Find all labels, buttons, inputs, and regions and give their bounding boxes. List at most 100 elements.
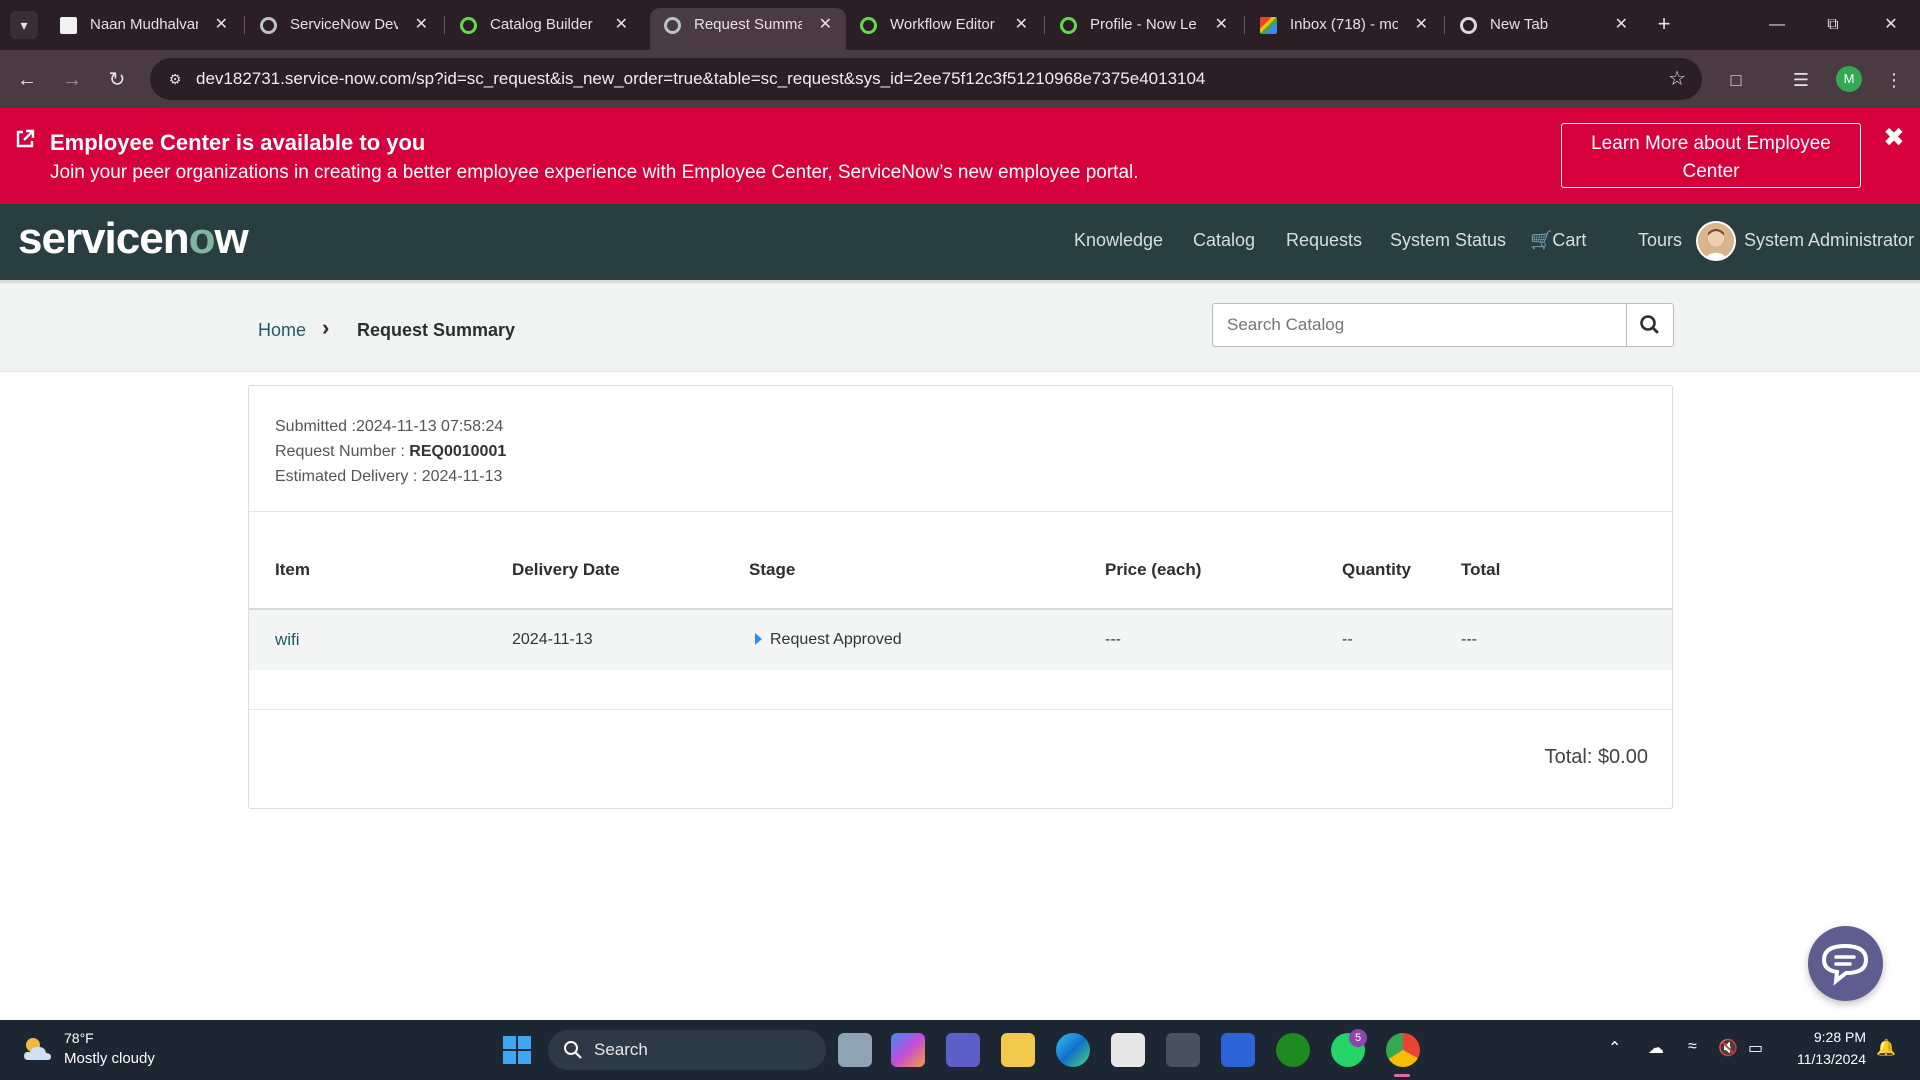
- banner-close-icon[interactable]: ✖: [1883, 122, 1905, 153]
- profile-avatar-button[interactable]: M: [1836, 66, 1862, 92]
- minimize-button[interactable]: —: [1754, 8, 1800, 42]
- submitted-line: Submitted :2024-11-13 07:58:24: [275, 414, 506, 439]
- xbox-icon[interactable]: [1276, 1033, 1310, 1067]
- clock-date[interactable]: 11/13/2024: [1786, 1051, 1866, 1067]
- divider: [249, 709, 1672, 710]
- volume-muted-icon[interactable]: 🔇: [1718, 1038, 1738, 1058]
- windows-start-icon[interactable]: [500, 1033, 534, 1067]
- close-icon[interactable]: ✕: [615, 8, 628, 42]
- estimated-delivery-value: 2024-11-13: [421, 468, 503, 485]
- nav-catalog[interactable]: Catalog: [1193, 230, 1255, 251]
- servicenow-icon: [260, 17, 277, 34]
- logo-text-o: o: [188, 214, 216, 263]
- breadcrumb-current: Request Summary: [357, 320, 516, 340]
- tab-naan-mudhalvan[interactable]: Naan Mudhalvan ✕: [46, 8, 242, 42]
- file-explorer-icon[interactable]: [1001, 1033, 1035, 1067]
- close-icon[interactable]: ✕: [415, 8, 428, 42]
- taskbar-search[interactable]: Search: [548, 1030, 826, 1070]
- nav-cart[interactable]: 🛒Cart: [1530, 230, 1586, 251]
- url-text[interactable]: dev182731.service-now.com/sp?id=sc_reque…: [196, 58, 1205, 100]
- bookmark-star-icon[interactable]: ☆: [1668, 66, 1686, 91]
- tab-catalog-builder[interactable]: Catalog Builder ✕: [446, 8, 642, 42]
- forward-button[interactable]: →: [57, 65, 87, 95]
- tab-profile-now-learning[interactable]: Profile - Now Le ✕: [1046, 8, 1242, 42]
- column-header-quantity: Quantity: [1342, 560, 1411, 579]
- search-catalog-input[interactable]: [1213, 304, 1627, 346]
- user-avatar[interactable]: [1696, 221, 1736, 261]
- nav-requests[interactable]: Requests: [1286, 230, 1362, 251]
- tab-new-tab[interactable]: New Tab ✕: [1446, 8, 1642, 42]
- close-icon[interactable]: ✕: [1015, 8, 1028, 42]
- request-meta: Submitted :2024-11-13 07:58:24 Request N…: [275, 414, 506, 489]
- address-bar[interactable]: ⚙ dev182731.service-now.com/sp?id=sc_req…: [150, 58, 1702, 100]
- nav-knowledge[interactable]: Knowledge: [1074, 230, 1163, 251]
- close-icon[interactable]: ✕: [819, 8, 832, 42]
- cart-icon: 🛒: [1530, 230, 1553, 250]
- nav-tours[interactable]: Tours: [1638, 230, 1682, 251]
- teams-icon[interactable]: [946, 1033, 980, 1067]
- search-button[interactable]: [1627, 304, 1673, 346]
- banner-title: Employee Center is available to you: [50, 130, 426, 155]
- copilot-icon[interactable]: [891, 1033, 925, 1067]
- tab-servicenow-dev[interactable]: ServiceNow Dev ✕: [246, 8, 442, 42]
- servicenow-green-icon: [1060, 17, 1077, 34]
- window-close-button[interactable]: ✕: [1868, 8, 1914, 42]
- task-view-icon[interactable]: [838, 1033, 872, 1067]
- editor-app-icon[interactable]: [1221, 1033, 1255, 1067]
- partly-cloudy-icon[interactable]: [20, 1034, 54, 1064]
- weather-temperature[interactable]: 78°F: [64, 1030, 94, 1046]
- chrome-menu-icon[interactable]: ⋮: [1880, 66, 1908, 94]
- caret-right-icon[interactable]: [755, 633, 762, 645]
- close-icon[interactable]: ✕: [1215, 8, 1228, 42]
- reload-button[interactable]: ↻: [102, 65, 132, 95]
- new-tab-button[interactable]: +: [1650, 10, 1678, 38]
- request-number-value: REQ0010001: [409, 443, 507, 460]
- back-button[interactable]: ←: [12, 65, 42, 95]
- tab-request-summary[interactable]: Request Summary ✕: [650, 8, 846, 50]
- tab-search-menu-button[interactable]: ▾: [10, 11, 38, 39]
- user-photo-icon: [1698, 223, 1734, 259]
- tab-label: Catalog Builder: [490, 16, 593, 33]
- breadcrumb-bar: Home › Request Summary: [0, 280, 1920, 372]
- column-header-price: Price (each): [1105, 560, 1202, 579]
- microsoft-store-icon[interactable]: [1111, 1033, 1145, 1067]
- chevron-right-icon: ›: [322, 315, 330, 340]
- nav-user-name[interactable]: System Administrator: [1744, 230, 1914, 251]
- cube-app-icon[interactable]: [1166, 1033, 1200, 1067]
- submitted-label: Submitted :: [275, 418, 356, 435]
- item-link[interactable]: wifi: [275, 630, 300, 650]
- restore-button[interactable]: ⧉: [1810, 8, 1856, 42]
- chevron-up-icon[interactable]: ⌃: [1608, 1038, 1621, 1058]
- browser-tab-strip: ▾ Naan Mudhalvan ✕ ServiceNow Dev ✕ Cata…: [0, 0, 1920, 50]
- site-info-icon[interactable]: ⚙: [164, 68, 186, 90]
- tab-label: Naan Mudhalvan: [90, 16, 198, 33]
- close-icon[interactable]: ✕: [1415, 8, 1428, 42]
- edge-icon[interactable]: [1056, 1033, 1090, 1067]
- tab-gmail-inbox[interactable]: Inbox (718) - mo ✕: [1246, 8, 1442, 42]
- close-icon[interactable]: ✕: [215, 8, 228, 42]
- stage-cell[interactable]: Request Approved: [770, 631, 902, 649]
- tab-label: Request Summary: [694, 16, 802, 33]
- tab-workflow-editor[interactable]: Workflow Editor ✕: [846, 8, 1042, 42]
- media-controls-icon[interactable]: ☰: [1787, 66, 1815, 94]
- notification-bell-icon[interactable]: 🔔: [1876, 1038, 1896, 1058]
- chrome-taskbar-icon[interactable]: [1386, 1033, 1420, 1067]
- divider: [249, 511, 1672, 512]
- battery-icon[interactable]: ▭: [1748, 1038, 1763, 1058]
- clock-time[interactable]: 9:28 PM: [1810, 1029, 1866, 1045]
- extensions-icon[interactable]: □: [1722, 66, 1750, 94]
- nav-system-status[interactable]: System Status: [1390, 230, 1506, 251]
- column-header-stage: Stage: [749, 560, 796, 579]
- close-icon[interactable]: ✕: [1615, 8, 1628, 42]
- tab-label: ServiceNow Dev: [290, 16, 398, 33]
- learn-more-button[interactable]: Learn More about Employee Center: [1561, 123, 1861, 188]
- nav-cart-label: Cart: [1552, 230, 1587, 250]
- servicenow-logo[interactable]: servicenow: [18, 214, 249, 264]
- breadcrumb-home[interactable]: Home: [258, 320, 306, 341]
- onedrive-cloud-icon[interactable]: ☁: [1648, 1038, 1664, 1058]
- wifi-icon[interactable]: ≈: [1688, 1038, 1697, 1056]
- grand-total: Total: $0.00: [1544, 746, 1648, 768]
- weather-description[interactable]: Mostly cloudy: [64, 1050, 155, 1067]
- virtual-agent-chat-button[interactable]: [1808, 926, 1883, 1001]
- tab-separator: [1244, 16, 1245, 34]
